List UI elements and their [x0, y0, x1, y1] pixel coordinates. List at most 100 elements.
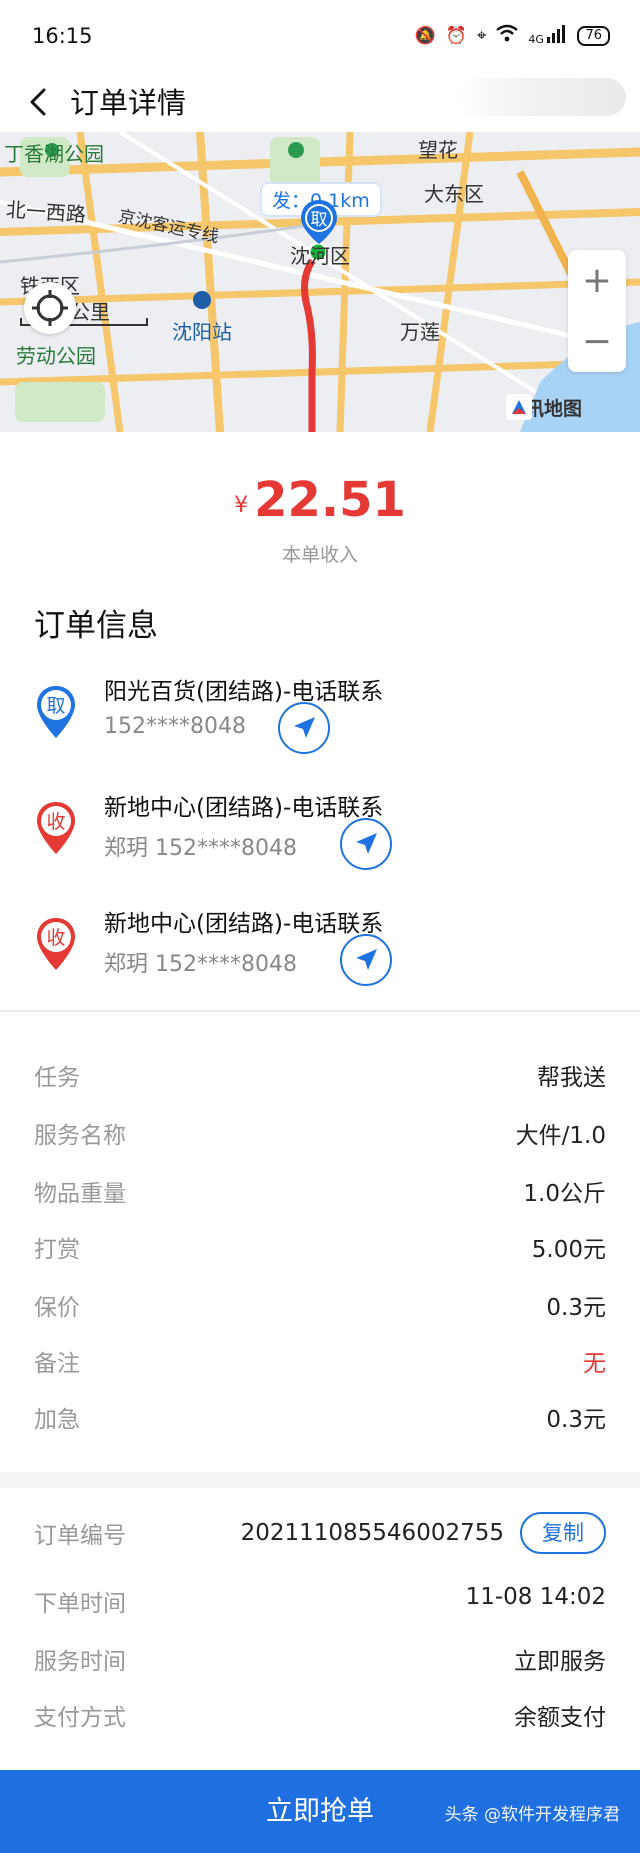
income-section: ¥22.51 本单收入 — [0, 432, 640, 572]
chevron-left-icon — [30, 88, 46, 116]
detail-value: 无 — [583, 1351, 606, 1377]
detail-value: 大件/1.0 — [515, 1123, 606, 1149]
pickup-marker-icon: 取 — [301, 200, 337, 244]
meta-row-order-time: 下单时间 11-08 14:02 — [0, 1584, 640, 1624]
detail-label: 加急 — [34, 1407, 80, 1433]
meta-row-payment: 支付方式 余额支付 — [0, 1698, 640, 1738]
battery-indicator: 76 — [577, 25, 610, 46]
alarm-icon: ⏰ — [445, 25, 467, 46]
detail-row-service: 服务名称 大件/1.0 — [0, 1116, 640, 1156]
order-info-section: 订单信息 取 阳光百货(团结路)-电话联系 152****8048 收 新地中心… — [0, 590, 640, 1010]
detail-row-tip: 打赏 5.00元 — [0, 1230, 640, 1270]
order-meta: 订单编号 202111085546002755 复制 下单时间 11-08 14… — [0, 1500, 640, 1760]
stop-contact: 郑玥 152****8048 — [104, 836, 297, 861]
delivery-pin-icon: 收 — [37, 918, 75, 970]
detail-row-task: 任务 帮我送 — [0, 1058, 640, 1098]
section-divider — [0, 1010, 640, 1012]
meta-label: 服务时间 — [34, 1649, 126, 1675]
stop-name: 阳光百货(团结路)-电话联系 — [104, 679, 384, 705]
stop-name: 新地中心(团结路)-电话联系 — [104, 911, 384, 937]
status-time: 16:15 — [32, 24, 93, 48]
copy-button[interactable]: 复制 — [520, 1512, 606, 1554]
income-amount: ¥22.51 — [0, 472, 640, 528]
stop-contact: 郑玥 152****8048 — [104, 952, 297, 977]
detail-label: 任务 — [34, 1065, 80, 1091]
zoom-out-button[interactable]: − — [568, 311, 626, 372]
map-label: 北一西路 — [5, 197, 87, 227]
currency-symbol: ¥ — [234, 493, 249, 518]
stop-item-pickup: 取 阳光百货(团结路)-电话联系 152****8048 — [0, 668, 640, 778]
navigate-button[interactable] — [340, 818, 392, 870]
detail-label: 物品重量 — [34, 1181, 126, 1207]
map-background — [0, 132, 640, 432]
pin-badge: 收 — [46, 927, 65, 949]
wifi-icon — [496, 24, 519, 47]
detail-label: 服务名称 — [34, 1123, 126, 1149]
meta-label: 订单编号 — [34, 1523, 126, 1549]
detail-value: 0.3元 — [546, 1407, 606, 1433]
income-value: 22.51 — [254, 472, 406, 528]
watermark: 头条 @软件开发程序君 — [444, 1805, 620, 1825]
map-label: 劳动公园 — [16, 344, 96, 368]
status-icons: 🔕 ⏰ ⌖ 4G 76 — [414, 24, 610, 47]
detail-value: 0.3元 — [546, 1295, 606, 1321]
meta-value: 立即服务 — [514, 1649, 606, 1675]
income-label: 本单收入 — [281, 544, 358, 566]
map-label: 公里 — [70, 300, 110, 324]
pickup-pin-icon: 取 — [37, 686, 75, 738]
detail-label: 保价 — [34, 1295, 80, 1321]
map-label: 望花 — [418, 138, 458, 162]
map-label: 沈阳站 — [172, 320, 232, 344]
back-button[interactable] — [20, 82, 60, 122]
locate-button[interactable] — [24, 282, 76, 334]
navigation-arrow-icon — [356, 833, 377, 854]
detail-value: 帮我送 — [537, 1065, 606, 1091]
map-provider-logo: 腾讯地图 — [506, 394, 582, 421]
order-details: 任务 帮我送 服务名称 大件/1.0 物品重量 1.0公斤 打赏 5.00元 保… — [0, 1040, 640, 1440]
section-separator — [0, 1472, 640, 1488]
zoom-in-button[interactable]: + — [568, 250, 626, 311]
route-map[interactable]: 丁香湖公园 北一西路 京沈客运专线 铁西区 公里 劳动公园 沈阳站 沈河区 望花… — [0, 132, 640, 432]
stop-contact: 152****8048 — [104, 714, 246, 739]
header-overlay — [456, 78, 626, 116]
stop-name: 新地中心(团结路)-电话联系 — [104, 795, 384, 821]
zoom-control: + − — [568, 250, 626, 372]
stop-item-delivery: 收 新地中心(团结路)-电话联系 郑玥 152****8048 — [0, 900, 640, 1010]
signal-icon: 4G — [528, 25, 567, 46]
section-title: 订单信息 — [34, 608, 158, 644]
page-title: 订单详情 — [70, 86, 187, 120]
pin-badge: 取 — [46, 695, 65, 717]
meta-value: 余额支付 — [514, 1705, 606, 1731]
detail-label: 打赏 — [34, 1237, 80, 1263]
detail-row-insurance: 保价 0.3元 — [0, 1288, 640, 1328]
meta-row-service-time: 服务时间 立即服务 — [0, 1642, 640, 1682]
network-type: 4G — [528, 33, 544, 46]
navigate-button[interactable] — [278, 702, 330, 754]
crosshair-icon — [32, 290, 68, 326]
meta-label: 支付方式 — [34, 1705, 126, 1731]
nav-bar: 订单详情 — [0, 76, 640, 132]
location-icon: ⌖ — [476, 25, 487, 46]
detail-row-urgent: 加急 0.3元 — [0, 1400, 640, 1440]
compass-icon — [506, 394, 532, 420]
delivery-pin-icon: 收 — [37, 802, 75, 854]
meta-label: 下单时间 — [34, 1591, 126, 1617]
navigation-arrow-icon — [294, 717, 315, 738]
order-number: 202111085546002755 — [240, 1520, 504, 1546]
status-bar: 16:15 🔕 ⏰ ⌖ 4G 76 — [0, 0, 640, 76]
detail-row-remark: 备注 无 — [0, 1344, 640, 1384]
mute-icon: 🔕 — [414, 25, 436, 46]
detail-row-weight: 物品重量 1.0公斤 — [0, 1174, 640, 1214]
map-label: 大东区 — [424, 182, 484, 206]
navigate-button[interactable] — [340, 934, 392, 986]
pin-badge: 收 — [46, 811, 65, 833]
map-label: 万莲 — [400, 320, 440, 344]
stop-item-delivery: 收 新地中心(团结路)-电话联系 郑玥 152****8048 — [0, 784, 640, 894]
detail-label: 备注 — [34, 1351, 80, 1377]
detail-value: 5.00元 — [531, 1237, 606, 1263]
navigation-arrow-icon — [356, 949, 377, 970]
pickup-marker-label: 取 — [311, 210, 328, 230]
map-label: 丁香湖公园 — [4, 142, 104, 166]
detail-value: 1.0公斤 — [523, 1181, 606, 1207]
meta-value: 11-08 14:02 — [465, 1584, 606, 1610]
